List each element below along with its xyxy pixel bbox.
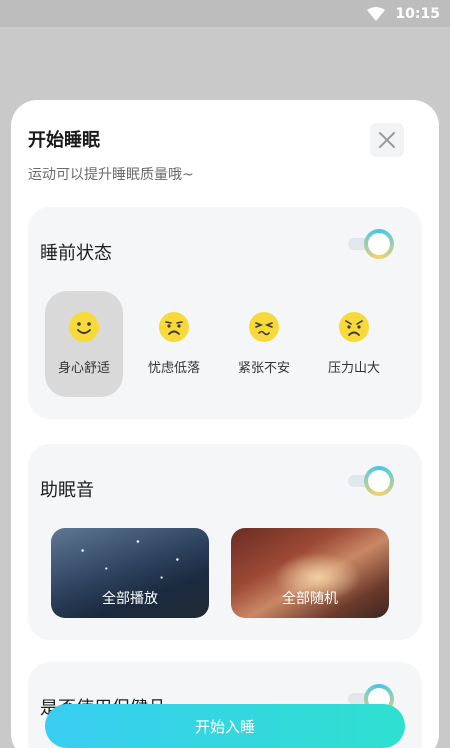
- pre-sleep-card: 睡前状态 身心舒适 忧虑低落 紧张不安 压力山大: [28, 207, 422, 419]
- pre-sleep-title: 睡前状态: [40, 243, 112, 264]
- sheet-subtitle: 运动可以提升睡眠质量哦~: [28, 167, 194, 183]
- mood-item-worried[interactable]: 忧虑低落: [135, 291, 213, 397]
- sleep-sound-toggle[interactable]: [348, 466, 394, 496]
- mood-item-comfortable[interactable]: 身心舒适: [45, 291, 123, 397]
- shuffle-all-label: 全部随机: [282, 591, 338, 607]
- play-all-tile[interactable]: 全部播放: [51, 528, 209, 618]
- shuffle-all-tile[interactable]: 全部随机: [231, 528, 389, 618]
- sleep-sound-card: 助眠音 全部播放 全部随机: [28, 444, 422, 640]
- pre-sleep-toggle[interactable]: [348, 229, 394, 259]
- close-icon: [379, 132, 395, 148]
- mood-label: 忧虑低落: [147, 361, 200, 376]
- status-time: 10:15: [395, 5, 440, 22]
- mood-item-nervous[interactable]: 紧张不安: [225, 291, 303, 397]
- sheet-title: 开始睡眠: [28, 130, 100, 151]
- sad-face-icon: [159, 312, 189, 342]
- nervous-face-icon: [249, 312, 279, 342]
- wifi-icon: [367, 6, 386, 21]
- mood-label: 身心舒适: [57, 361, 110, 376]
- start-sleep-button[interactable]: 开始入睡: [45, 704, 405, 748]
- status-bar: 10:15: [0, 0, 450, 27]
- mood-label: 压力山大: [327, 361, 380, 376]
- mood-item-stressed[interactable]: 压力山大: [315, 291, 393, 397]
- mood-label: 紧张不安: [237, 361, 290, 376]
- smile-face-icon: [69, 312, 99, 342]
- play-all-label: 全部播放: [102, 591, 158, 607]
- sleep-sound-title: 助眠音: [40, 480, 94, 501]
- sleep-sheet: 开始睡眠 运动可以提升睡眠质量哦~ 睡前状态 身心舒适 忧虑低落 紧张不安 压力…: [11, 100, 439, 748]
- close-button[interactable]: [370, 123, 404, 157]
- stressed-face-icon: [339, 312, 369, 342]
